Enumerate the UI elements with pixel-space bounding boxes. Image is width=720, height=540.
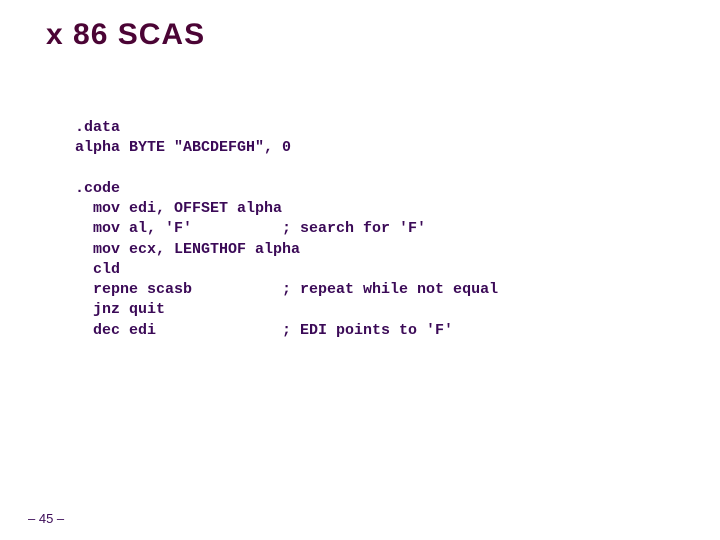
slide-title: x 86 SCAS <box>46 18 205 52</box>
assembly-code-block: .data alpha BYTE "ABCDEFGH", 0 .code mov… <box>75 118 498 341</box>
slide-number-footer: – 45 – <box>28 511 64 526</box>
